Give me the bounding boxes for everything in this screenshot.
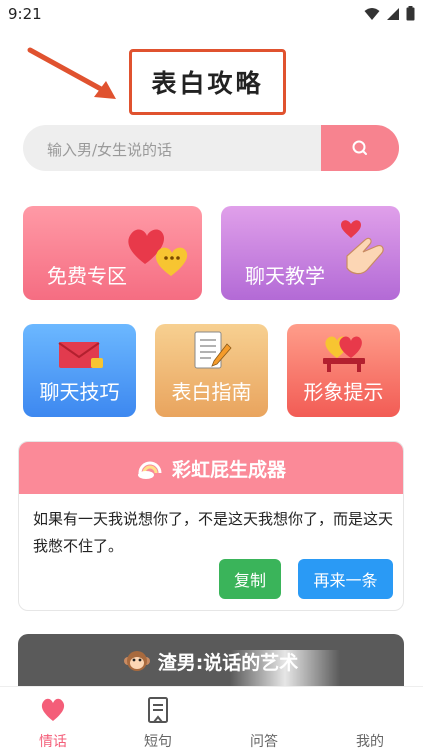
tab-short-sentences[interactable]: 短句	[118, 693, 198, 751]
monkey-icon	[123, 651, 150, 671]
free-zone-card[interactable]: 免费专区	[23, 206, 202, 300]
wifi-icon	[364, 7, 380, 20]
chat-skills-label: 聊天技巧	[39, 380, 120, 404]
tab-mine[interactable]: 我的	[330, 693, 410, 751]
envelope-icon	[58, 342, 103, 368]
scum-talk-section[interactable]: 渣男:说话的艺术	[18, 634, 404, 694]
hearts-box-icon	[323, 336, 365, 372]
signal-icon	[387, 7, 399, 20]
rainbow-cloud-icon	[137, 461, 162, 479]
tab-label: 情话	[39, 734, 67, 750]
status-icons	[364, 6, 415, 21]
user-icon	[356, 695, 384, 725]
chat-hearts-icon	[128, 229, 188, 276]
search-input[interactable]: 输入男/女生说的话	[47, 139, 172, 160]
copy-button[interactable]: 复制	[219, 559, 281, 599]
regenerate-button[interactable]: 再来一条	[298, 559, 393, 599]
tab-label: 问答	[250, 734, 278, 750]
compliment-generator: 彩虹屁生成器 如果有一天我说想你了，不是这天我想你了，而是这天我憋不住了。 复制…	[18, 441, 404, 611]
pointing-arrow-icon	[27, 47, 116, 99]
tab-label: 我的	[356, 734, 384, 750]
page-title-box: 表白攻略	[129, 49, 286, 115]
chat-teaching-label: 聊天教学	[245, 264, 325, 288]
bottom-tab-bar: 情话 短句 问答 我的	[0, 686, 423, 752]
chat-skills-card[interactable]: 聊天技巧	[23, 324, 136, 417]
generator-header: 彩虹屁生成器	[19, 442, 403, 494]
heart-icon	[41, 698, 65, 721]
search-bar[interactable]: 输入男/女生说的话	[23, 125, 399, 171]
tab-qa[interactable]: 问答	[224, 693, 304, 751]
finger-heart-icon	[341, 220, 384, 275]
confession-guide-label: 表白指南	[171, 380, 252, 404]
chat-teaching-card[interactable]: 聊天教学	[221, 206, 400, 300]
question-icon	[250, 695, 278, 725]
status-bar: 9:21	[0, 0, 423, 28]
tab-label: 短句	[144, 734, 172, 750]
document-pen-icon	[194, 331, 232, 369]
battery-icon	[406, 6, 415, 21]
image-tips-label: 形象提示	[303, 380, 384, 404]
generator-title: 彩虹屁生成器	[171, 458, 286, 481]
tab-love-words[interactable]: 情话	[13, 693, 93, 751]
image-tips-card[interactable]: 形象提示	[287, 324, 400, 417]
free-zone-label: 免费专区	[47, 264, 127, 288]
document-icon	[148, 697, 168, 723]
search-button[interactable]	[321, 125, 399, 171]
page-title: 表白攻略	[151, 69, 264, 98]
confession-guide-card[interactable]: 表白指南	[155, 324, 268, 417]
search-icon	[352, 140, 367, 155]
generator-text: 如果有一天我说想你了，不是这天我想你了，而是这天我憋不住了。	[33, 510, 394, 555]
status-time: 9:21	[8, 5, 42, 23]
